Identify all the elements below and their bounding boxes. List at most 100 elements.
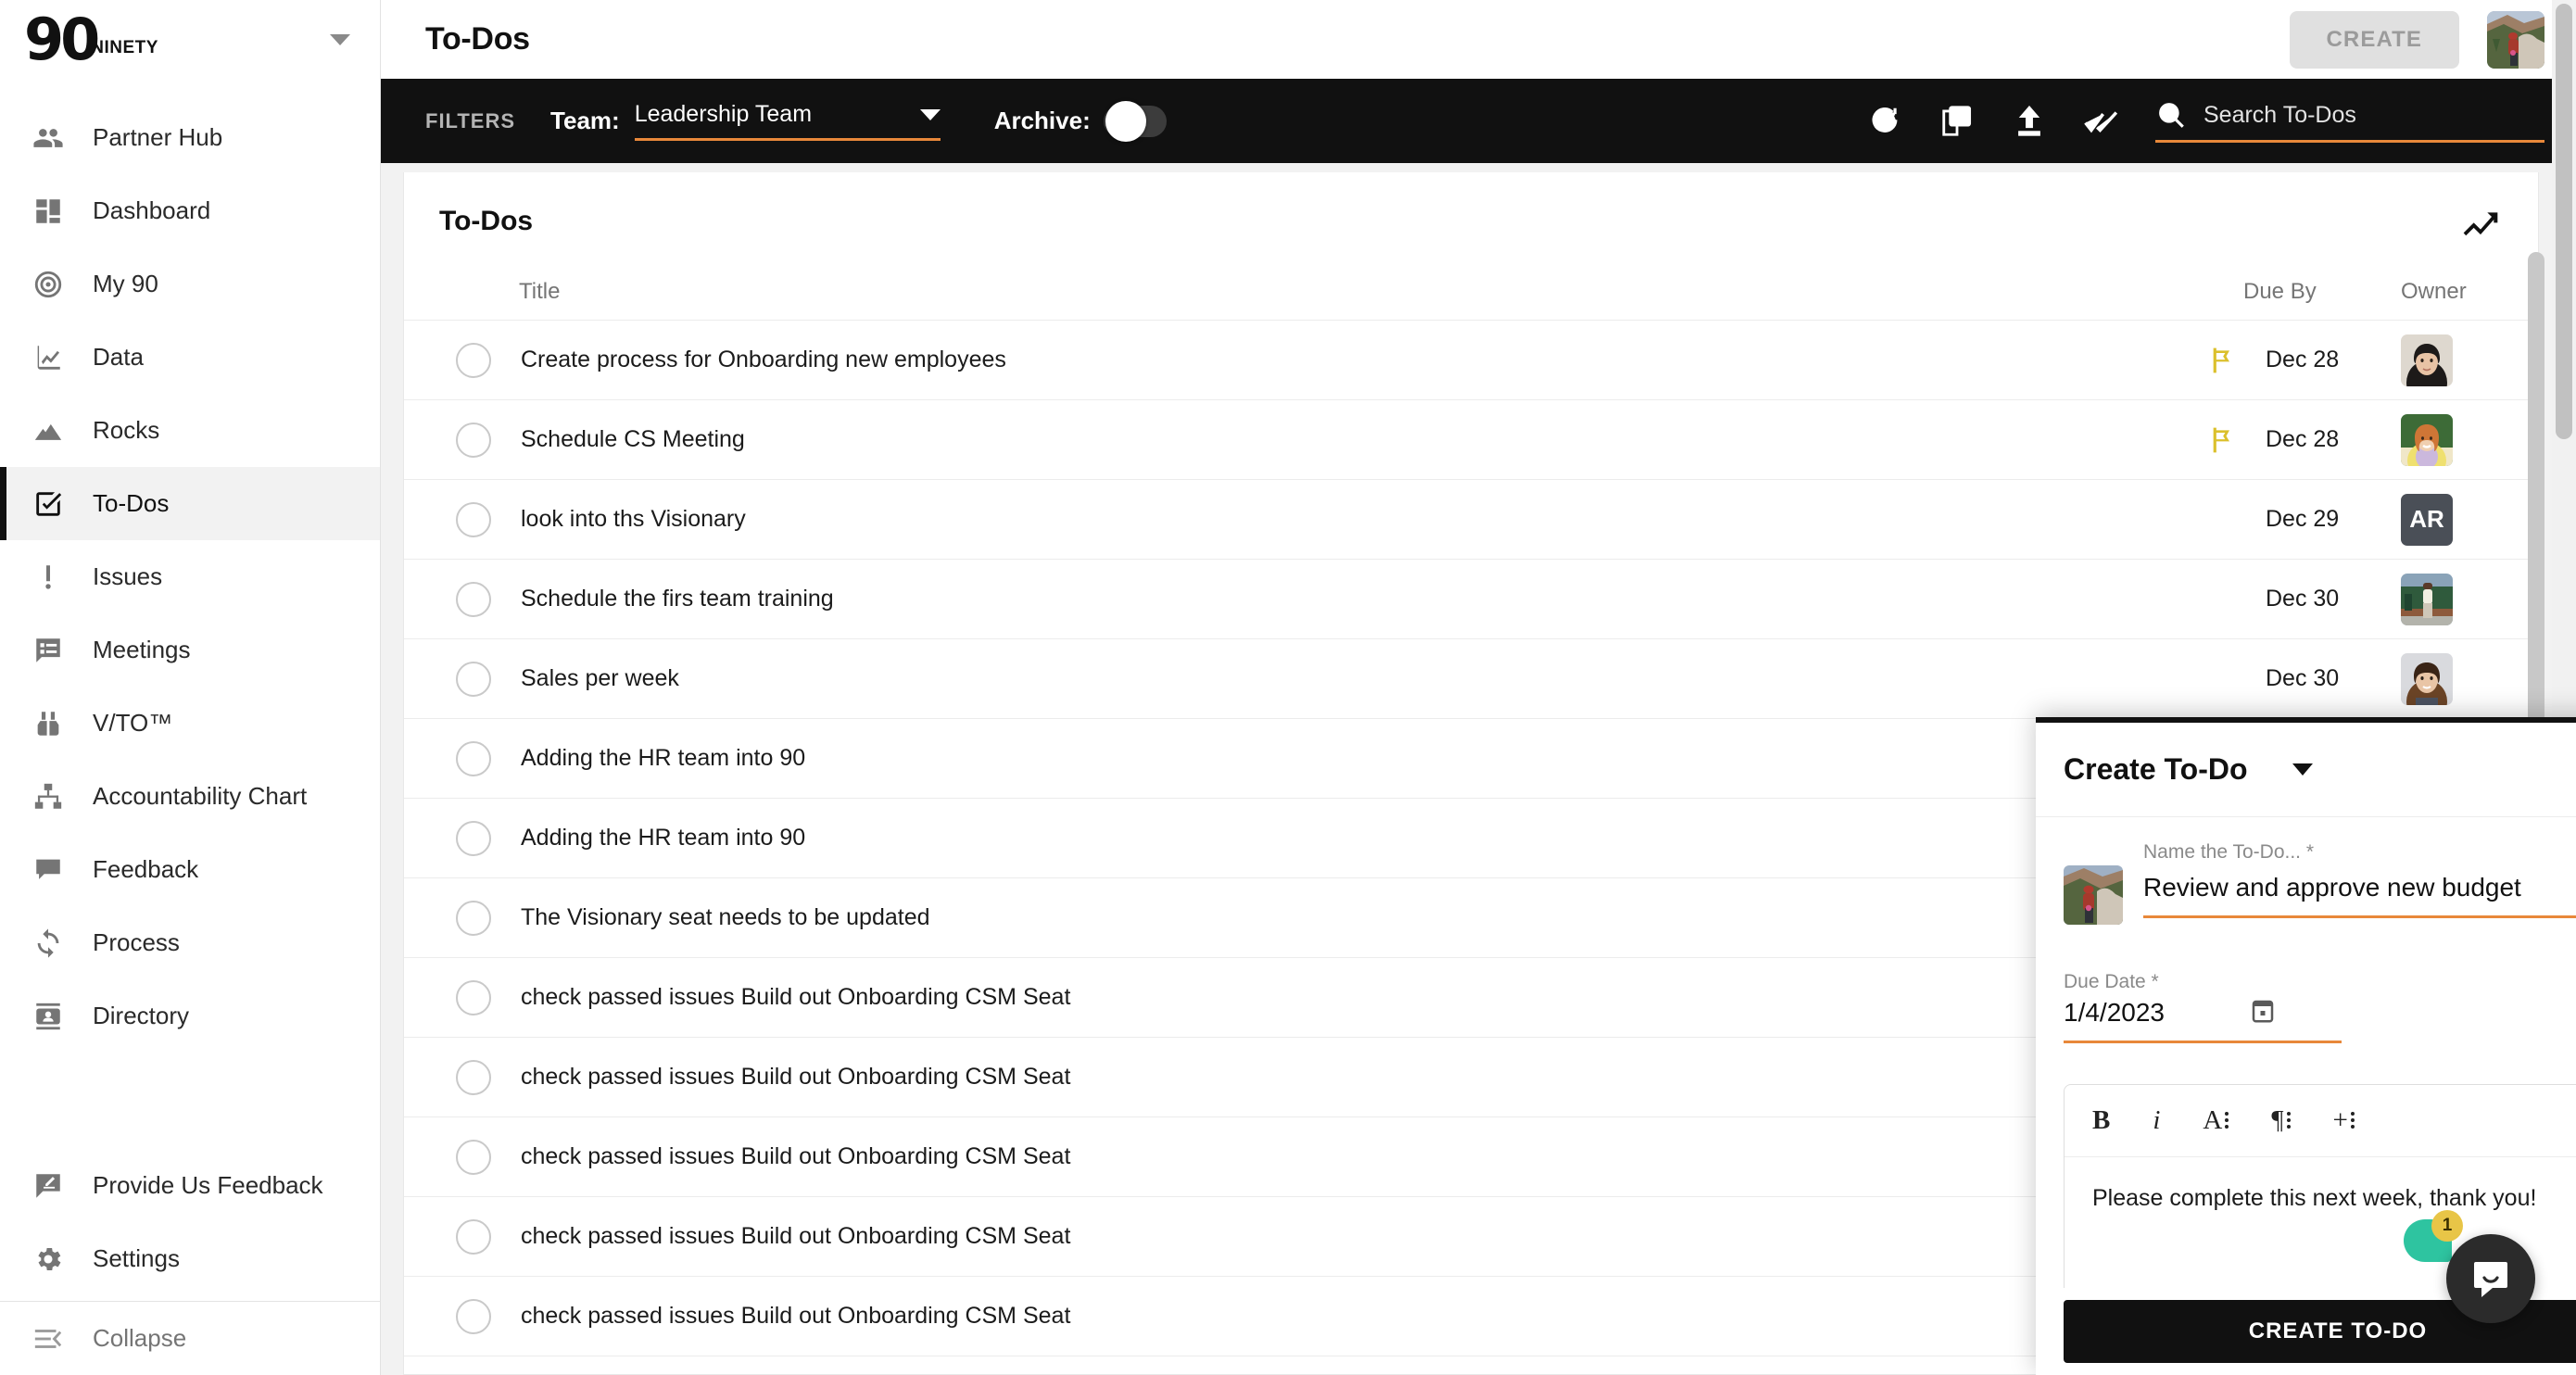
chat-bubble-icon[interactable] xyxy=(2446,1234,2535,1323)
todo-title[interactable]: check passed issues Build out Onboarding… xyxy=(521,1223,1070,1250)
row-meta: Dec 30 xyxy=(2201,574,2538,625)
column-header-due-by: Due By xyxy=(2243,279,2401,305)
target-icon xyxy=(32,268,65,301)
sidebar-item-issues[interactable]: Issues xyxy=(0,540,380,613)
todo-checkbox[interactable] xyxy=(456,1219,491,1255)
table-row[interactable]: Sales per week Dec 30 xyxy=(404,638,2538,718)
scrollbar-thumb[interactable] xyxy=(2528,252,2544,771)
sidebar-item-feedback[interactable]: Feedback xyxy=(0,833,380,906)
sidebar-item-directory[interactable]: Directory xyxy=(0,979,380,1053)
todo-title[interactable]: Adding the HR team into 90 xyxy=(521,745,805,772)
checkbox-icon xyxy=(32,487,65,521)
column-header-owner: Owner xyxy=(2401,279,2538,305)
todo-owner[interactable]: AR xyxy=(2401,494,2538,546)
bold-button[interactable]: B xyxy=(2092,1105,2110,1136)
todo-owner[interactable] xyxy=(2401,334,2538,386)
paragraph-glyph: ¶ xyxy=(2271,1105,2283,1136)
archive-toggle[interactable] xyxy=(1104,106,1167,137)
sidebar-collapse-button[interactable]: Collapse xyxy=(0,1302,380,1375)
create-button[interactable]: CREATE xyxy=(2290,11,2460,69)
todo-title[interactable]: look into ths Visionary xyxy=(521,506,746,533)
due-date-input[interactable] xyxy=(2064,998,2249,1028)
sidebar-item-partner-hub[interactable]: Partner Hub xyxy=(0,101,380,174)
table-row[interactable]: Schedule CS MeetingDec 28 xyxy=(404,399,2538,479)
avatar xyxy=(2401,334,2453,386)
upload-icon[interactable] xyxy=(2011,103,2048,140)
text-style-button[interactable]: A xyxy=(2203,1105,2229,1136)
chevron-down-icon[interactable] xyxy=(330,34,350,45)
flag-icon[interactable] xyxy=(2201,425,2243,455)
sidebar-item-vto[interactable]: V/TO™ xyxy=(0,687,380,760)
dashboard-icon xyxy=(32,195,65,228)
todo-owner[interactable] xyxy=(2401,574,2538,625)
sidebar-item-meetings[interactable]: Meetings xyxy=(0,613,380,687)
sidebar-item-label: Accountability Chart xyxy=(93,782,307,811)
sidebar-item-rocks[interactable]: Rocks xyxy=(0,394,380,467)
todo-checkbox[interactable] xyxy=(456,502,491,537)
ninety-logo[interactable]: 90 NINETY xyxy=(24,17,158,63)
table-row[interactable]: Create process for Onboarding new employ… xyxy=(404,320,2538,399)
sidebar-item-provide-us-feedback[interactable]: Provide Us Feedback xyxy=(0,1149,380,1222)
todo-title[interactable]: The Visionary seat needs to be updated xyxy=(521,904,930,931)
italic-button[interactable]: i xyxy=(2153,1105,2160,1136)
chevron-dots-icon xyxy=(2351,1112,2355,1129)
todo-checkbox[interactable] xyxy=(456,343,491,378)
sidebar-item-accountability-chart[interactable]: Accountability Chart xyxy=(0,760,380,833)
sidebar-item-settings[interactable]: Settings xyxy=(0,1222,380,1295)
todo-checkbox[interactable] xyxy=(456,662,491,697)
todo-title[interactable]: check passed issues Build out Onboarding… xyxy=(521,1143,1070,1170)
column-header-title: Title xyxy=(519,279,560,305)
archive-filter: Archive: xyxy=(994,106,1167,137)
sidebar-item-dashboard[interactable]: Dashboard xyxy=(0,174,380,247)
todo-title[interactable]: Create process for Onboarding new employ… xyxy=(521,347,1006,373)
text-style-glyph: A xyxy=(2203,1105,2222,1136)
todo-title[interactable]: Sales per week xyxy=(521,665,679,692)
sidebar-item-to-dos[interactable]: To-Dos xyxy=(0,467,380,540)
insert-button[interactable]: + xyxy=(2333,1105,2355,1136)
chevron-down-icon[interactable] xyxy=(2292,763,2313,776)
trending-up-icon[interactable] xyxy=(2460,206,2501,251)
sidebar-item-data[interactable]: Data xyxy=(0,321,380,394)
contact-card-icon xyxy=(32,1000,65,1033)
todo-title[interactable]: check passed issues Build out Onboarding… xyxy=(521,1064,1070,1091)
todo-checkbox[interactable] xyxy=(456,1060,491,1095)
brand-row: 90 NINETY xyxy=(0,0,380,79)
calendar-icon[interactable] xyxy=(2249,997,2277,1029)
flag-icon[interactable] xyxy=(2201,346,2243,375)
todo-owner[interactable] xyxy=(2401,653,2538,705)
todo-checkbox[interactable] xyxy=(456,423,491,458)
chart-icon xyxy=(32,341,65,374)
todo-checkbox[interactable] xyxy=(456,1299,491,1334)
user-avatar[interactable] xyxy=(2487,11,2544,69)
paragraph-style-button[interactable]: ¶ xyxy=(2271,1105,2290,1136)
todo-checkbox[interactable] xyxy=(456,582,491,617)
todo-checkbox[interactable] xyxy=(456,901,491,936)
refresh-icon[interactable] xyxy=(1866,103,1903,140)
search-input[interactable] xyxy=(2203,102,2544,129)
table-row[interactable]: Schedule the firs team training Dec 30 xyxy=(404,559,2538,638)
todo-title[interactable]: Adding the HR team into 90 xyxy=(521,825,805,851)
todo-title[interactable]: Schedule CS Meeting xyxy=(521,426,745,453)
todo-checkbox[interactable] xyxy=(456,1140,491,1175)
page-scrollbar-thumb[interactable] xyxy=(2556,4,2572,439)
todo-name-input[interactable] xyxy=(2143,867,2576,918)
todo-checkbox[interactable] xyxy=(456,741,491,776)
due-date-field: Due Date * xyxy=(2064,971,2342,1043)
sidebar-item-my-90[interactable]: My 90 xyxy=(0,247,380,321)
todo-owner[interactable] xyxy=(2401,414,2538,466)
sidebar-item-label: My 90 xyxy=(93,270,158,298)
todo-checkbox[interactable] xyxy=(456,821,491,856)
todo-title[interactable]: check passed issues Build out Onboarding… xyxy=(521,984,1070,1011)
todo-checkbox[interactable] xyxy=(456,980,491,1015)
double-check-icon[interactable] xyxy=(2083,103,2120,140)
todo-title[interactable]: check passed issues Build out Onboarding… xyxy=(521,1303,1070,1330)
table-row[interactable]: look into ths VisionaryDec 29AR xyxy=(404,479,2538,559)
sidebar-item-label: Issues xyxy=(93,562,162,591)
team-select[interactable]: Leadership Team xyxy=(635,101,941,141)
toggle-knob xyxy=(1105,101,1146,142)
row-meta: Dec 30 xyxy=(2201,653,2538,705)
sidebar-item-process[interactable]: Process xyxy=(0,906,380,979)
todo-owner-avatar[interactable] xyxy=(2064,865,2123,925)
todo-title[interactable]: Schedule the firs team training xyxy=(521,586,834,612)
pdf-icon[interactable]: PDF xyxy=(1938,103,1976,140)
